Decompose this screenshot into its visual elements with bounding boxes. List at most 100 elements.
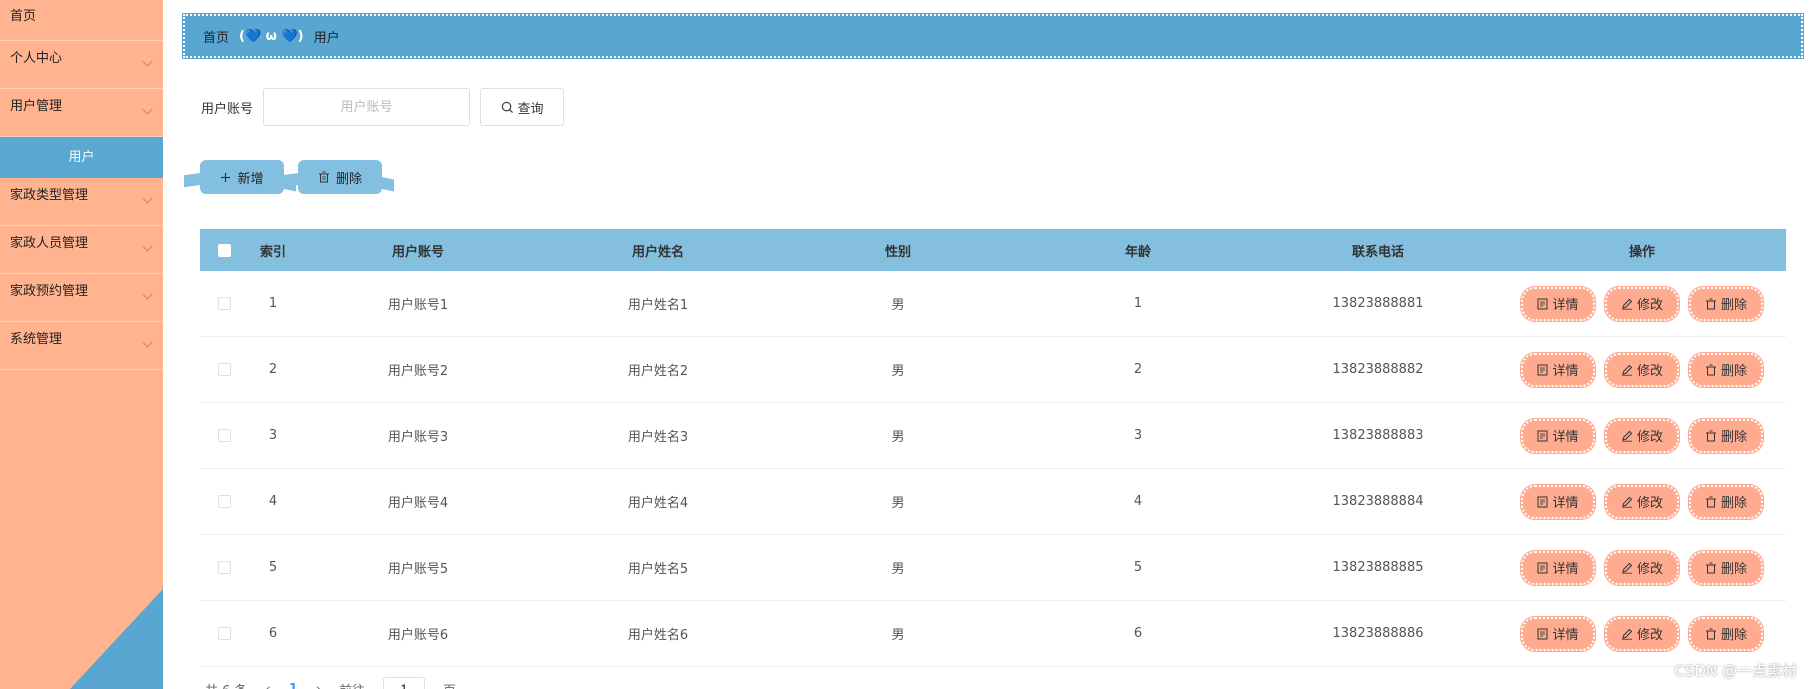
- detail-button-label: 详情: [1552, 430, 1579, 445]
- sidebar-item-user-management[interactable]: 用户管理: [0, 89, 163, 137]
- sidebar-item-housekeeping-booking[interactable]: 家政预约管理: [0, 274, 163, 322]
- edit-button[interactable]: 修改: [1604, 285, 1680, 322]
- table-row: 2 用户账号2 用户姓名2 男 2 13823888882 详情 修改 删除: [200, 337, 1786, 403]
- delete-button-label: 删除: [1720, 628, 1747, 643]
- cell-actions: 详情 修改 删除: [1498, 483, 1786, 520]
- edit-button[interactable]: 修改: [1604, 351, 1680, 388]
- row-checkbox[interactable]: [217, 627, 231, 640]
- breadcrumb-home[interactable]: 首页: [203, 27, 229, 46]
- document-icon: [1537, 562, 1548, 573]
- delete-button[interactable]: 删除: [1688, 285, 1764, 322]
- cell-actions: 详情 修改 删除: [1498, 549, 1786, 586]
- pagination-goto-input[interactable]: [383, 677, 426, 689]
- row-checkbox[interactable]: [217, 495, 231, 508]
- cell-index: 6: [268, 626, 278, 641]
- sidebar-item-home[interactable]: 首页: [0, 0, 163, 41]
- add-button[interactable]: 新增: [200, 160, 284, 194]
- delete-button[interactable]: 删除: [1688, 549, 1764, 586]
- query-button[interactable]: 查询: [480, 88, 565, 126]
- table-row: 3 用户账号3 用户姓名3 男 3 13823888883 详情 修改 删除: [200, 403, 1786, 469]
- cell-account: 用户账号6: [387, 628, 449, 643]
- document-icon: [1537, 298, 1548, 309]
- delete-button[interactable]: 删除: [1688, 351, 1764, 388]
- sidebar-item-label: 家政人员管理: [10, 236, 89, 251]
- row-select-cell: [200, 495, 248, 508]
- row-checkbox[interactable]: [217, 429, 231, 442]
- delete-button-label: 删除: [1720, 430, 1747, 445]
- detail-button-label: 详情: [1552, 364, 1579, 379]
- cell-phone: 13823888882: [1332, 362, 1424, 377]
- user-table: 索引 用户账号 用户姓名 性别 年龄 联系电话 操作 1 用户账号1 用户姓名1 男 1…: [200, 229, 1786, 667]
- cell-account: 用户账号1: [387, 298, 449, 313]
- breadcrumb-current: 用户: [313, 30, 340, 46]
- chevron-down-icon: [142, 193, 153, 204]
- batch-delete-button[interactable]: 删除: [298, 160, 382, 194]
- pagination-unit: 页: [443, 680, 456, 689]
- row-checkbox[interactable]: [217, 297, 231, 310]
- cell-gender: 男: [891, 298, 905, 313]
- cell-account: 用户账号4: [387, 496, 449, 511]
- action-toolbar: 新增 删除: [200, 160, 382, 194]
- row-select-cell: [200, 297, 248, 310]
- edit-button-label: 修改: [1636, 496, 1663, 511]
- detail-button[interactable]: 详情: [1520, 417, 1596, 454]
- add-button-label: 新增: [237, 171, 264, 187]
- row-checkbox[interactable]: [217, 363, 231, 376]
- document-icon: [1537, 628, 1548, 639]
- cell-account: 用户账号2: [387, 364, 449, 379]
- search-input[interactable]: [263, 88, 471, 126]
- pagination-page-current[interactable]: 1: [289, 682, 298, 689]
- trash-icon: [1705, 430, 1716, 441]
- detail-button[interactable]: 详情: [1520, 483, 1596, 520]
- sidebar-subitem-user[interactable]: 用户: [0, 137, 163, 178]
- header-account: 用户账号: [391, 244, 444, 260]
- sidebar-item-label: 个人中心: [10, 51, 63, 66]
- chevron-left-icon[interactable]: ‹: [266, 682, 271, 689]
- delete-button[interactable]: 删除: [1688, 483, 1764, 520]
- sidebar-item-system-management[interactable]: 系统管理: [0, 322, 163, 370]
- cell-name: 用户姓名6: [627, 628, 689, 643]
- detail-button-label: 详情: [1552, 496, 1579, 511]
- row-select-cell: [200, 627, 248, 640]
- chevron-down-icon: [142, 104, 153, 115]
- detail-button[interactable]: 详情: [1520, 285, 1596, 322]
- search-bar: 用户账号 查询: [201, 88, 565, 126]
- edit-button[interactable]: 修改: [1604, 417, 1680, 454]
- detail-button-label: 详情: [1552, 628, 1579, 643]
- edit-button[interactable]: 修改: [1604, 549, 1680, 586]
- trash-icon: [1705, 562, 1716, 573]
- sidebar-item-label: 家政预约管理: [10, 284, 89, 299]
- cell-account: 用户账号5: [387, 562, 449, 577]
- pagination-total: 共 6 条: [205, 680, 248, 689]
- row-checkbox[interactable]: [217, 561, 231, 574]
- trash-icon: [1705, 496, 1716, 507]
- select-all-checkbox[interactable]: [217, 243, 231, 257]
- edit-button[interactable]: 修改: [1604, 483, 1680, 520]
- detail-button[interactable]: 详情: [1520, 615, 1596, 652]
- sidebar-item-personal-center[interactable]: 个人中心: [0, 41, 163, 89]
- delete-button[interactable]: 删除: [1688, 417, 1764, 454]
- sidebar-item-label: 系统管理: [10, 332, 63, 347]
- detail-button[interactable]: 详情: [1520, 549, 1596, 586]
- table-row: 6 用户账号6 用户姓名6 男 6 13823888886 详情 修改 删除: [200, 601, 1786, 667]
- trash-icon: [1705, 364, 1716, 375]
- pencil-icon: [1621, 628, 1633, 640]
- chevron-down-icon: [142, 337, 153, 348]
- edit-button[interactable]: 修改: [1604, 615, 1680, 652]
- delete-button-label: 删除: [1720, 298, 1747, 313]
- select-all-cell: [200, 243, 248, 257]
- delete-button-label: 删除: [1720, 364, 1747, 379]
- chevron-right-icon[interactable]: ›: [316, 682, 321, 689]
- delete-button[interactable]: 删除: [1688, 615, 1764, 652]
- edit-button-label: 修改: [1636, 562, 1663, 577]
- sidebar-item-label: 首页: [10, 9, 37, 24]
- chevron-down-icon: [142, 289, 153, 300]
- sidebar-item-housekeeping-staff[interactable]: 家政人员管理: [0, 226, 163, 274]
- cell-age: 3: [1133, 428, 1143, 443]
- cell-age: 2: [1133, 362, 1143, 377]
- detail-button[interactable]: 详情: [1520, 351, 1596, 388]
- cell-age: 5: [1133, 560, 1143, 575]
- sidebar-item-housekeeping-type[interactable]: 家政类型管理: [0, 178, 163, 226]
- trash-icon: [1705, 298, 1716, 309]
- search-label: 用户账号: [201, 101, 254, 117]
